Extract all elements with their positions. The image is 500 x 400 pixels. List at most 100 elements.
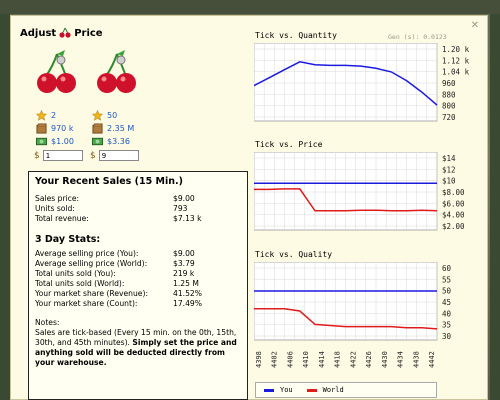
stat-value: 793 xyxy=(173,204,188,213)
y-tick-label: 800 xyxy=(442,102,456,111)
cost-stat-1: $1.00 xyxy=(36,136,74,147)
x-tick-label: 4406 xyxy=(286,351,294,368)
gen-time-label: Gen (s): 0.0123 xyxy=(388,33,447,41)
stat-row: Your market share (Revenue): 41.52% xyxy=(35,289,241,299)
y-tick-label: $6.00 xyxy=(442,199,465,208)
sales-stats-panel: Your Recent Sales (15 Min.) Sales price:… xyxy=(28,171,248,400)
y-tick-label: 50 xyxy=(442,287,452,296)
y-tick-label: 1.12 k xyxy=(442,56,470,65)
crate-icon xyxy=(92,123,103,134)
chart-title-price: Tick vs. Price xyxy=(255,140,323,149)
stat-label: Average selling price (You): xyxy=(35,249,139,258)
x-tick-label: 4442 xyxy=(428,351,436,368)
y-tick-label: 960 xyxy=(442,79,456,88)
y-tick-label: 1.20 k xyxy=(442,45,470,54)
y-tick-label: $2.00 xyxy=(442,222,465,231)
y-tick-label: 35 xyxy=(442,321,451,330)
background-top-bar xyxy=(0,0,500,14)
cherry-icon xyxy=(59,27,71,38)
x-tick-label: 4434 xyxy=(397,351,405,368)
x-tick-label: 4402 xyxy=(271,351,279,368)
title-left: Adjust xyxy=(20,27,57,39)
cost-value-2: $3.36 xyxy=(107,137,130,146)
background-left-panel xyxy=(0,14,10,400)
y-tick-label: 720 xyxy=(442,113,456,122)
legend-you: You xyxy=(264,386,293,394)
quality-value-2: 50 xyxy=(107,111,118,120)
dialog-title: Adjust Price xyxy=(20,27,103,39)
chart-legend: You World xyxy=(255,382,437,398)
money-icon xyxy=(92,137,103,146)
legend-world-label: World xyxy=(322,386,344,394)
price-input-2[interactable] xyxy=(98,150,139,161)
legend-you-label: You xyxy=(280,386,293,394)
y-tick-label: 55 xyxy=(442,275,451,284)
crate-icon xyxy=(36,123,47,134)
quantity-value-2: 2.35 M xyxy=(107,124,135,133)
price-row-2: $ xyxy=(90,150,139,161)
y-tick-label: $10 xyxy=(442,177,456,186)
y-tick-label: 30 xyxy=(442,332,452,341)
stat-value: $3.79 xyxy=(173,259,195,268)
stat-row: Your market share (Count): 17.49% xyxy=(35,299,241,309)
stat-row: Units sold: 793 xyxy=(35,204,241,214)
quantity-stat-2: 2.35 M xyxy=(92,123,134,134)
close-icon[interactable]: ✕ xyxy=(471,20,479,31)
chart-tick-vs-quality: 60 55 50 45 40 35 30 4398 4402 4406 4410 4414 4418 44… xyxy=(254,262,452,368)
stat-row: Average selling price (World): $3.79 xyxy=(35,259,241,269)
y-tick-label: 40 xyxy=(442,309,452,318)
cost-stat-2: $3.36 xyxy=(92,136,130,147)
y-tick-label: 880 xyxy=(442,90,456,99)
background-right-panel xyxy=(490,14,500,400)
quality-value-1: 2 xyxy=(51,111,57,120)
x-tick-label: 4422 xyxy=(349,351,357,368)
stat-label: Your market share (Count): xyxy=(35,299,138,308)
stat-value: $9.00 xyxy=(173,194,195,203)
notes-section: Notes: Sales are tick-based (Every 15 mi… xyxy=(35,318,241,368)
title-right: Price xyxy=(74,27,103,39)
stat-value: $9.00 xyxy=(173,249,195,258)
quantity-stat-1: 970 k xyxy=(36,123,73,134)
star-icon xyxy=(92,110,103,121)
price-row-1: $ xyxy=(34,150,83,161)
stat-value: 41.52% xyxy=(173,289,202,298)
chart-tick-vs-price: $14 $12 $10 $8.00 $6.00 $4.00 $2.00 xyxy=(254,152,465,231)
y-tick-label: $4.00 xyxy=(442,211,465,220)
stat-row: Average selling price (You): $9.00 xyxy=(35,249,241,259)
y-tick-label: $8.00 xyxy=(442,188,465,197)
x-tick-label: 4418 xyxy=(334,351,342,368)
x-tick-label: 4398 xyxy=(255,351,263,368)
chart-title-quantity: Tick vs. Quantity xyxy=(255,31,337,40)
stat-label: Your market share (Revenue): xyxy=(35,289,149,298)
x-tick-label: 4438 xyxy=(412,351,420,368)
legend-world: World xyxy=(306,386,344,394)
stat-row: Sales price: $9.00 xyxy=(35,194,241,204)
y-tick-label: $14 xyxy=(442,154,456,163)
stat-label: Units sold: xyxy=(35,204,75,213)
recent-sales-heading: Your Recent Sales (15 Min.) xyxy=(35,176,183,187)
product-cherry-icon-1 xyxy=(37,50,76,93)
y-tick-label: 45 xyxy=(442,298,451,307)
stat-row: Total units sold (You): 219 k xyxy=(35,269,241,279)
stat-value: 219 k xyxy=(173,269,195,278)
price-input-1[interactable] xyxy=(42,150,83,161)
star-icon xyxy=(36,110,47,121)
quantity-value-1: 970 k xyxy=(51,124,74,133)
stat-value: 17.49% xyxy=(173,299,202,308)
stat-label: Total revenue: xyxy=(35,214,89,223)
stat-row: Total revenue: $7.13 k xyxy=(35,214,241,224)
y-tick-label: $12 xyxy=(442,165,456,174)
stat-value: $7.13 k xyxy=(173,214,202,223)
x-tick-label: 4426 xyxy=(365,351,373,368)
price-symbol-1: $ xyxy=(34,150,40,161)
y-tick-label: 60 xyxy=(442,264,452,273)
quality-stat-1: 2 xyxy=(36,110,56,121)
legend-swatch-you xyxy=(264,388,274,392)
chart-title-quality: Tick vs. Quality xyxy=(255,250,333,259)
chart-tick-vs-quantity: 1.20 k 1.12 k 1.04 k 960 880 800 720 xyxy=(254,43,470,122)
notes-label: Notes: xyxy=(35,318,60,327)
x-tick-label: 4410 xyxy=(302,351,310,368)
price-symbol-2: $ xyxy=(90,150,96,161)
stat-label: Sales price: xyxy=(35,194,80,203)
cost-value-1: $1.00 xyxy=(51,137,74,146)
